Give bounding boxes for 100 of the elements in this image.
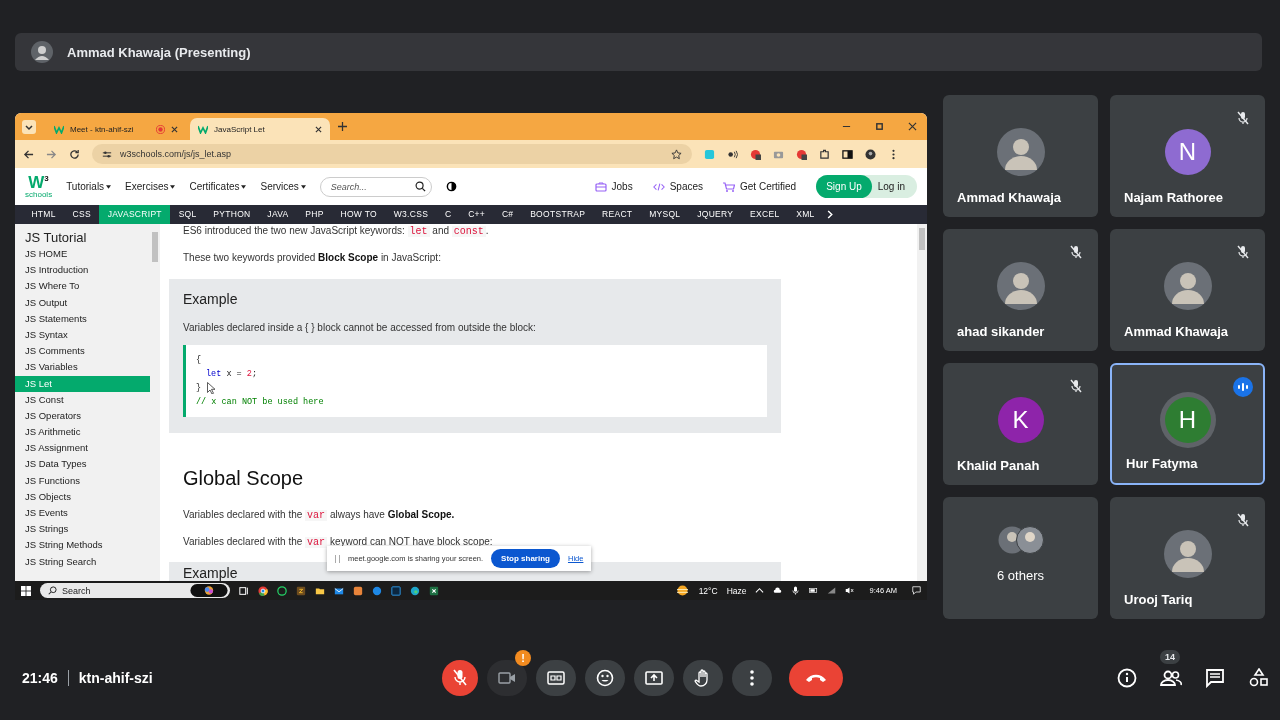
- sidebar-item[interactable]: JS Const: [15, 391, 150, 408]
- camera-button[interactable]: [487, 660, 527, 696]
- more-options-button[interactable]: [732, 660, 772, 696]
- activities-icon[interactable]: [1248, 668, 1270, 688]
- profile-icon[interactable]: [865, 148, 876, 160]
- sidebar-item[interactable]: JS Comments: [15, 343, 150, 360]
- browser-tab[interactable]: JavaScript Let: [190, 118, 330, 140]
- search-icon[interactable]: [414, 181, 426, 192]
- microphone-icon[interactable]: [791, 586, 801, 595]
- nav-menu[interactable]: Tutorials: [66, 181, 112, 192]
- nav-menu[interactable]: Exercises: [125, 181, 176, 192]
- chat-icon[interactable]: [1204, 668, 1226, 688]
- extension-icon[interactable]: [796, 148, 807, 160]
- nav-menu[interactable]: Services: [260, 181, 306, 192]
- app-icon[interactable]: [296, 585, 306, 596]
- captions-button[interactable]: [536, 660, 576, 696]
- sidebar-item[interactable]: JS Arithmetic: [15, 424, 150, 441]
- participant-tile[interactable]: Urooj Tariq: [1110, 497, 1265, 619]
- sidebar-item[interactable]: JS Where To: [15, 278, 150, 295]
- notification-icon[interactable]: [912, 586, 921, 595]
- start-icon[interactable]: [21, 585, 31, 596]
- nav-link[interactable]: Spaces: [652, 181, 704, 192]
- extension-icon[interactable]: [750, 148, 761, 160]
- participant-tile[interactable]: H Hur Fatyma: [1110, 363, 1265, 485]
- topic-tab[interactable]: EXCEL: [741, 205, 788, 224]
- topic-tab[interactable]: CSS: [64, 205, 100, 224]
- close-icon[interactable]: [908, 122, 917, 131]
- spreadsheet-icon[interactable]: [429, 585, 439, 596]
- topic-tab[interactable]: C: [436, 205, 460, 224]
- emoji-button[interactable]: [585, 660, 625, 696]
- star-icon[interactable]: [671, 148, 682, 160]
- topic-tab[interactable]: HOW TO: [332, 205, 386, 224]
- topic-tab[interactable]: PHP: [296, 205, 333, 224]
- participant-tile[interactable]: 6 others: [943, 497, 1098, 619]
- topic-tab[interactable]: W3.CSS: [385, 205, 437, 224]
- sidebar-item[interactable]: JS Introduction: [15, 262, 150, 279]
- sidebar-item[interactable]: JS String Search: [15, 553, 150, 570]
- sidebar-item[interactable]: JS Objects: [15, 488, 150, 505]
- topic-tab[interactable]: PYTHON: [204, 205, 259, 224]
- scrollbar[interactable]: [917, 224, 927, 581]
- restore-icon[interactable]: [875, 122, 884, 131]
- topic-tab[interactable]: JQUERY: [688, 205, 742, 224]
- nav-link[interactable]: Get Certified: [723, 181, 797, 192]
- drag-handle-icon[interactable]: [335, 554, 340, 563]
- topic-tab[interactable]: REACT: [593, 205, 641, 224]
- site-logo[interactable]: W$^{3}$ schools: [25, 174, 53, 199]
- app-icon[interactable]: [353, 585, 363, 596]
- cloud-icon[interactable]: [773, 586, 783, 595]
- weather-icon[interactable]: [674, 585, 690, 596]
- participant-tile[interactable]: N Najam Rathoree: [1110, 95, 1265, 217]
- sidebar-item[interactable]: JS HOME: [15, 246, 150, 263]
- sidebar-item[interactable]: JS Operators: [15, 407, 150, 425]
- stop-sharing-button[interactable]: Stop sharing: [491, 549, 560, 568]
- task-view-icon[interactable]: [239, 585, 249, 596]
- participant-tile[interactable]: Ammad Khawaja: [943, 95, 1098, 217]
- nav-menu[interactable]: Certificates: [189, 181, 247, 192]
- chat-app-icon[interactable]: [277, 585, 287, 596]
- leave-call-button[interactable]: [789, 660, 843, 696]
- people-icon[interactable]: [1160, 668, 1182, 688]
- raise-hand-button[interactable]: [683, 660, 723, 696]
- sidebar-item[interactable]: JS String Methods: [15, 537, 150, 554]
- topic-tab[interactable]: JAVA: [258, 205, 297, 224]
- close-icon[interactable]: [171, 125, 178, 133]
- nav-link[interactable]: Jobs: [594, 181, 633, 192]
- sidebar-item[interactable]: JS Events: [15, 505, 150, 522]
- mail-icon[interactable]: [334, 585, 344, 596]
- browser-icon[interactable]: [258, 585, 268, 596]
- reload-icon[interactable]: [69, 148, 80, 160]
- close-icon[interactable]: [315, 125, 322, 133]
- tab-search-icon[interactable]: [22, 119, 36, 134]
- topic-tab[interactable]: XML: [787, 205, 824, 224]
- battery-icon[interactable]: [809, 586, 819, 595]
- sidebar-item[interactable]: JS Assignment: [15, 440, 150, 457]
- log-in-button[interactable]: Log in: [871, 175, 917, 198]
- wifi-icon[interactable]: [827, 586, 837, 595]
- speaker-muted-icon[interactable]: [845, 586, 855, 595]
- sidebar-item[interactable]: JS Output: [15, 294, 150, 311]
- info-icon[interactable]: [1116, 668, 1138, 688]
- topic-tab[interactable]: C++: [459, 205, 494, 224]
- app-icon[interactable]: [372, 585, 382, 596]
- sidebar-item[interactable]: JS Functions: [15, 472, 150, 489]
- address-bar[interactable]: w3schools.com/js/js_let.asp: [92, 144, 692, 164]
- forward-icon[interactable]: [46, 148, 57, 160]
- side-panel-icon[interactable]: [842, 148, 853, 160]
- sound-icon[interactable]: [727, 148, 738, 160]
- sidebar-item[interactable]: JS Data Types: [15, 456, 150, 473]
- new-tab-icon[interactable]: [338, 122, 347, 131]
- site-settings-icon[interactable]: [102, 149, 112, 159]
- edge-icon[interactable]: [410, 585, 420, 596]
- sidebar-item[interactable]: JS Strings: [15, 521, 150, 538]
- sidebar-item[interactable]: JS Statements: [15, 310, 150, 327]
- participant-tile[interactable]: Ammad Khawaja: [1110, 229, 1265, 351]
- microphone-button[interactable]: [442, 660, 478, 696]
- browser-tab[interactable]: Meet - ktn-ahif-szi: [46, 118, 186, 140]
- sidebar-item[interactable]: JS Variables: [15, 359, 150, 376]
- search-field[interactable]: Search...: [319, 176, 432, 197]
- topic-tab[interactable]: SQL: [170, 205, 205, 224]
- puzzle-icon[interactable]: [819, 148, 830, 160]
- chevron-up-icon[interactable]: [755, 586, 765, 595]
- sidebar-item[interactable]: JS Syntax: [15, 326, 150, 344]
